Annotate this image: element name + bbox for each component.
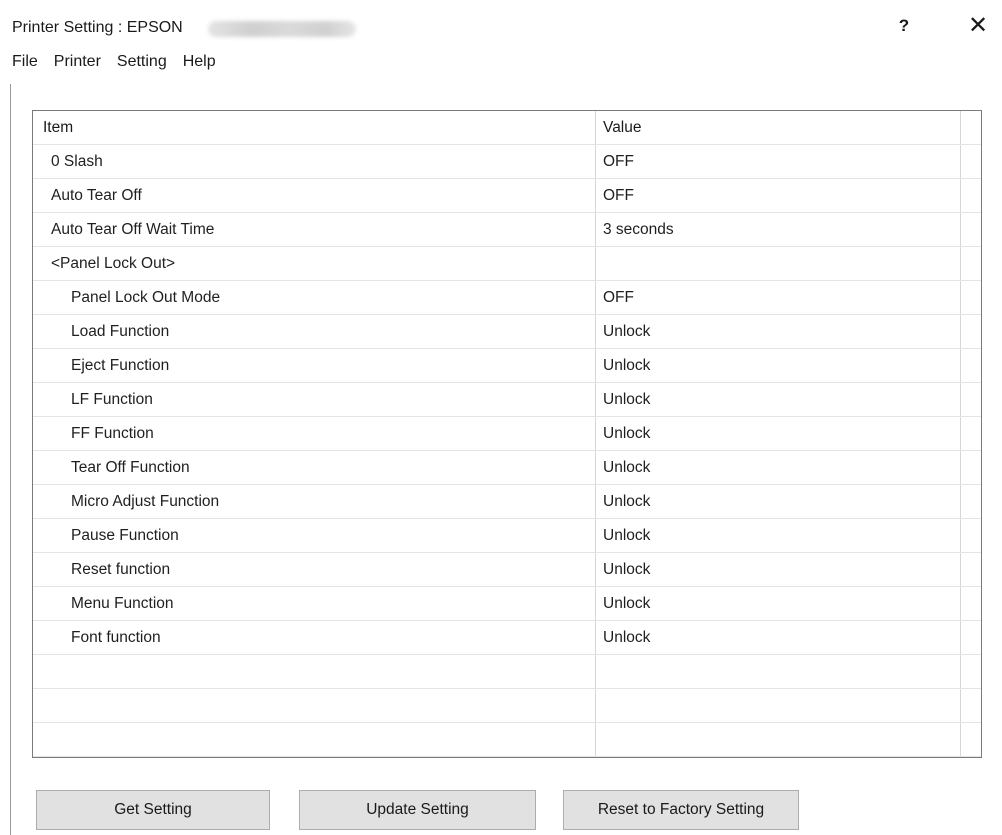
row-value-cell: OFF [603, 153, 634, 170]
row-item-cell: LF Function [71, 391, 153, 408]
row-value-cell: OFF [603, 289, 634, 306]
row-value-cell: Unlock [603, 493, 651, 510]
row-value-cell [603, 723, 953, 757]
row-value-cell [603, 689, 953, 723]
table-row[interactable]: Menu Function Unlock [33, 587, 981, 621]
table-row[interactable]: Font function Unlock [33, 621, 981, 655]
row-item-cell: Pause Function [71, 527, 179, 544]
empty-table-row[interactable] [33, 757, 981, 758]
row-item-cell [33, 723, 595, 757]
menu-help[interactable]: Help [183, 50, 216, 76]
empty-table-row[interactable] [33, 723, 981, 757]
help-button[interactable]: ? [890, 12, 918, 40]
settings-grid[interactable]: Item Value 0 Slash OFF Auto Tear Off OFF Aut… [32, 110, 982, 758]
row-item-cell: Menu Function [71, 595, 174, 612]
row-value-cell: Unlock [603, 527, 651, 544]
printer-setting-window: Printer Setting : EPSON ? ✕ File Printer… [0, 0, 1002, 835]
title-bar: Printer Setting : EPSON ? ✕ [0, 0, 1002, 44]
menu-printer[interactable]: Printer [54, 50, 101, 76]
table-row[interactable]: LF Function Unlock [33, 383, 981, 417]
menu-file[interactable]: File [12, 50, 38, 76]
row-item-cell: Auto Tear Off [51, 187, 142, 204]
row-value-cell: OFF [603, 187, 634, 204]
empty-table-row[interactable] [33, 689, 981, 723]
row-value-cell: Unlock [603, 425, 651, 442]
row-item-cell [33, 757, 595, 758]
row-item-cell: <Panel Lock Out> [51, 255, 176, 272]
row-value-cell: 3 seconds [603, 221, 674, 238]
row-value-cell: Unlock [603, 595, 651, 612]
table-row[interactable]: Micro Adjust Function Unlock [33, 485, 981, 519]
column-header-value[interactable]: Value [603, 111, 953, 145]
row-value-cell: Unlock [603, 561, 651, 578]
grid-header-row: Item Value [33, 111, 981, 145]
row-item-cell: Panel Lock Out Mode [71, 289, 221, 306]
table-row[interactable]: Auto Tear Off OFF [33, 179, 981, 213]
menu-setting[interactable]: Setting [117, 50, 167, 76]
row-value-cell [603, 655, 953, 689]
table-row[interactable]: FF Function Unlock [33, 417, 981, 451]
table-row[interactable]: 0 Slash OFF [33, 145, 981, 179]
row-value-cell: Unlock [603, 357, 651, 374]
menu-bar: File Printer Setting Help [0, 50, 216, 76]
redacted-model-name [208, 21, 356, 37]
row-item-cell: FF Function [71, 425, 154, 442]
table-row[interactable]: Panel Lock Out Mode OFF [33, 281, 981, 315]
update-setting-button[interactable]: Update Setting [299, 790, 536, 830]
get-setting-button[interactable]: Get Setting [36, 790, 270, 830]
row-item-cell: Font function [71, 629, 161, 646]
close-icon[interactable]: ✕ [962, 12, 994, 40]
row-item-cell: Tear Off Function [71, 459, 190, 476]
table-row[interactable]: Pause Function Unlock [33, 519, 981, 553]
row-item-cell [33, 689, 595, 723]
table-row[interactable]: Load Function Unlock [33, 315, 981, 349]
window-left-border [10, 84, 11, 835]
window-title: Printer Setting : EPSON [12, 19, 183, 36]
empty-table-row[interactable] [33, 655, 981, 689]
row-value-cell: Unlock [603, 323, 651, 340]
table-row[interactable]: Eject Function Unlock [33, 349, 981, 383]
table-row[interactable]: Tear Off Function Unlock [33, 451, 981, 485]
row-value-cell [603, 247, 953, 281]
row-value-cell: Unlock [603, 459, 651, 476]
table-row[interactable]: Reset function Unlock [33, 553, 981, 587]
column-header-item[interactable]: Item [33, 111, 595, 145]
row-item-cell: Eject Function [71, 357, 170, 374]
row-value-cell: Unlock [603, 391, 651, 408]
table-row[interactable]: <Panel Lock Out> [33, 247, 981, 281]
row-value-cell: Unlock [603, 629, 651, 646]
reset-factory-button[interactable]: Reset to Factory Setting [563, 790, 799, 830]
row-item-cell: Load Function [71, 323, 170, 340]
row-item-cell: Auto Tear Off Wait Time [51, 221, 215, 238]
row-item-cell [33, 655, 595, 689]
row-item-cell: Micro Adjust Function [71, 493, 220, 510]
table-row[interactable]: Auto Tear Off Wait Time 3 seconds [33, 213, 981, 247]
row-value-cell [603, 757, 953, 758]
row-item-cell: Reset function [71, 561, 171, 578]
row-item-cell: 0 Slash [51, 153, 103, 170]
